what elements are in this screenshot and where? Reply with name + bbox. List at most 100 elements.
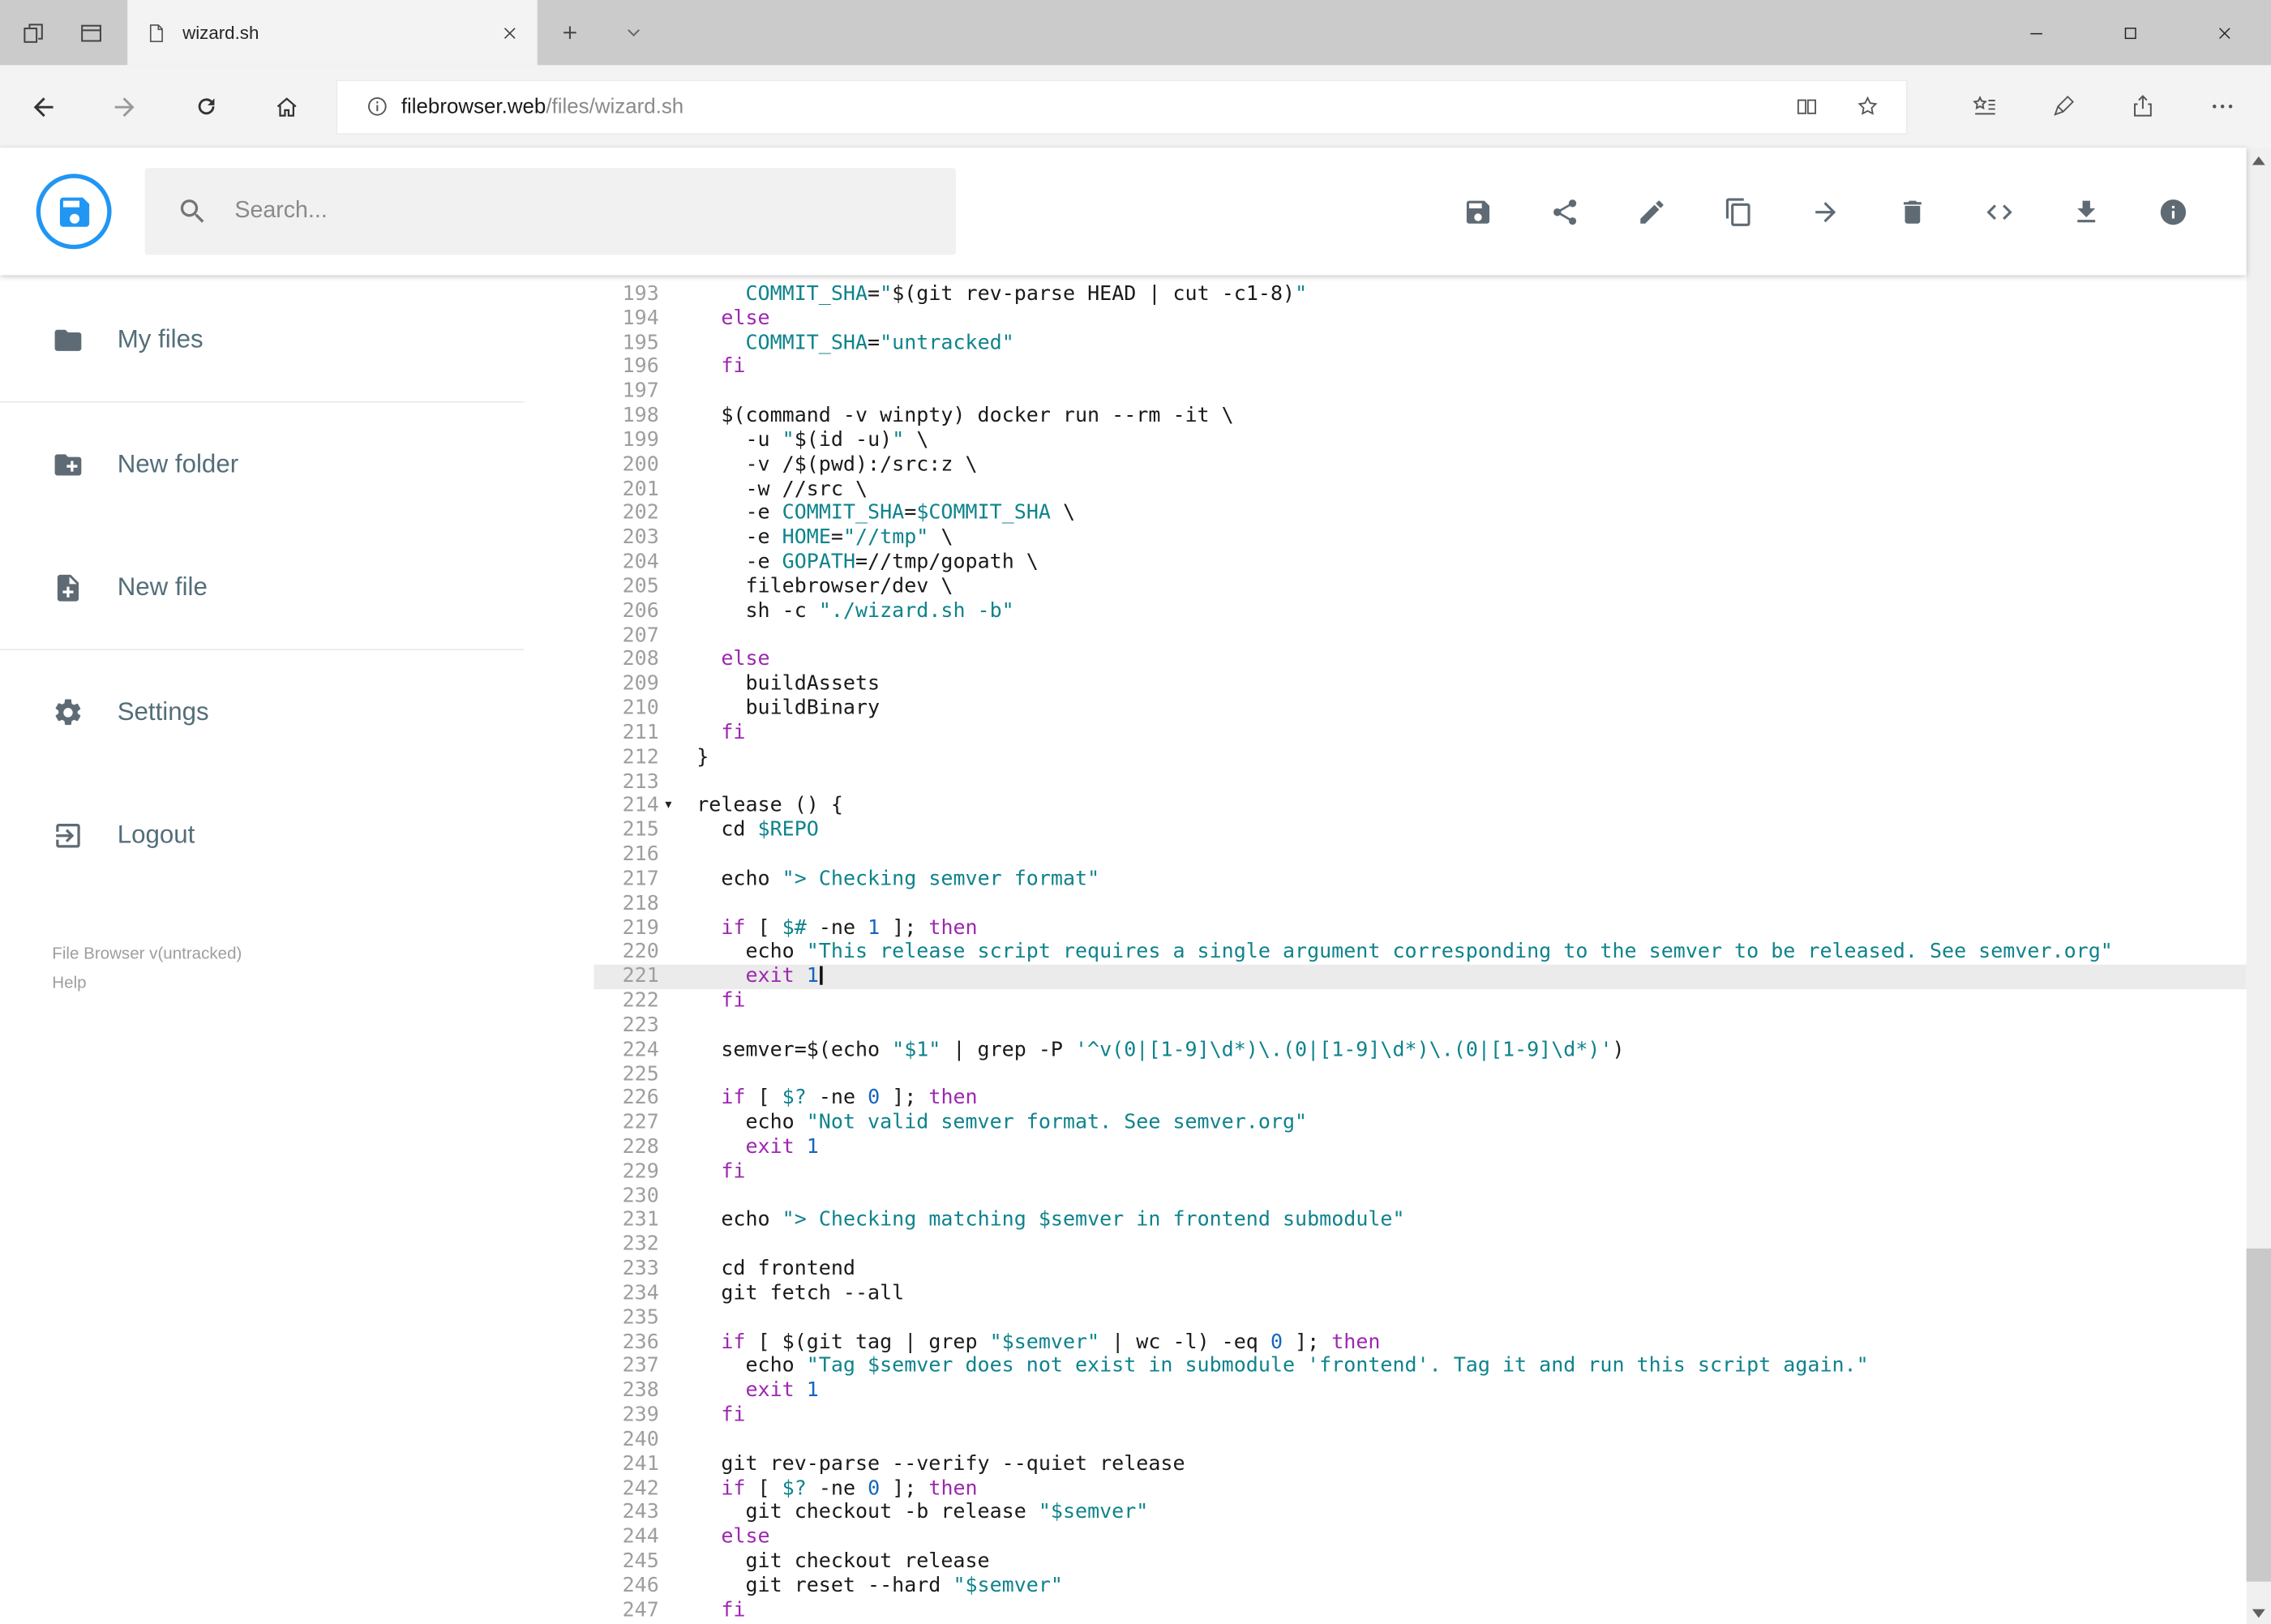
code-line-217[interactable]: 217 echo "> Checking semver format"	[593, 868, 2246, 892]
code-editor[interactable]: 193 COMMIT_SHA="$(git rev-parse HEAD | c…	[593, 275, 2247, 1624]
code-line-240[interactable]: 240	[593, 1428, 2246, 1452]
code-line-212[interactable]: 212}	[593, 745, 2246, 769]
code-line-230[interactable]: 230	[593, 1185, 2246, 1209]
code-line-245[interactable]: 245 git checkout release	[593, 1550, 2246, 1575]
code-line-208[interactable]: 208 else	[593, 648, 2246, 672]
new-tab-button[interactable]	[538, 0, 602, 65]
delete-button[interactable]	[1868, 168, 1955, 255]
filebrowser-logo[interactable]	[36, 174, 112, 250]
code-line-231[interactable]: 231 echo "> Checking matching $semver in…	[593, 1209, 2246, 1233]
search-input[interactable]	[234, 198, 924, 225]
help-link[interactable]: Help	[52, 969, 593, 998]
code-line-195[interactable]: 195 COMMIT_SHA="untracked"	[593, 331, 2246, 355]
code-line-202[interactable]: 202 -e COMMIT_SHA=$COMMIT_SHA \	[593, 502, 2246, 526]
tab-close-icon[interactable]	[499, 23, 520, 43]
code-line-209[interactable]: 209 buildAssets	[593, 672, 2246, 696]
sidebar-item-settings[interactable]: Settings	[0, 650, 593, 773]
scroll-up-icon[interactable]	[2247, 148, 2271, 172]
code-line-235[interactable]: 235	[593, 1306, 2246, 1330]
search-bar[interactable]	[144, 168, 956, 255]
save-button[interactable]	[1433, 168, 1520, 255]
browser-tab[interactable]: wizard.sh	[127, 0, 538, 66]
code-line-214[interactable]: 214 ▾ release () {	[593, 795, 2246, 819]
sidebar-item-logout[interactable]: Logout	[0, 773, 593, 897]
forward-button[interactable]	[84, 65, 165, 148]
code-line-236[interactable]: 236 if [ $(git tag | grep "$semver" | wc…	[593, 1330, 2246, 1355]
code-line-243[interactable]: 243 git checkout -b release "$semver"	[593, 1501, 2246, 1525]
code-line-221[interactable]: 221 exit 1	[593, 965, 2247, 990]
code-line-246[interactable]: 246 git reset --hard "$semver"	[593, 1575, 2246, 1599]
reading-view-icon[interactable]	[1776, 80, 1836, 132]
rename-button[interactable]	[1608, 168, 1695, 255]
hub-favorites-icon[interactable]	[1943, 65, 2023, 148]
code-line-247[interactable]: 247 fi	[593, 1599, 2246, 1623]
code-line-227[interactable]: 227 echo "Not valid semver format. See s…	[593, 1111, 2246, 1135]
code-line-223[interactable]: 223	[593, 1013, 2246, 1038]
more-options-icon[interactable]	[2183, 65, 2262, 148]
home-button[interactable]	[246, 65, 328, 148]
sidebar-item-my-files[interactable]: My files	[0, 278, 593, 401]
code-line-239[interactable]: 239 fi	[593, 1403, 2246, 1428]
tab-list-chevron-icon[interactable]	[601, 0, 665, 65]
share-page-icon[interactable]	[2103, 65, 2183, 148]
close-button[interactable]	[2177, 0, 2271, 65]
code-line-232[interactable]: 232	[593, 1233, 2246, 1258]
fold-marker-icon[interactable]: ▾	[659, 795, 678, 819]
code-line-207[interactable]: 207	[593, 623, 2246, 648]
code-line-216[interactable]: 216	[593, 843, 2246, 868]
code-line-194[interactable]: 194 else	[593, 306, 2246, 331]
code-line-198[interactable]: 198 $(command -v winpty) docker run --rm…	[593, 405, 2246, 429]
code-line-215[interactable]: 215 cd $REPO	[593, 819, 2246, 843]
sidebar-item-new-folder[interactable]: New folder	[0, 403, 593, 526]
code-line-244[interactable]: 244 else	[593, 1525, 2246, 1549]
tab-preview-icon[interactable]	[78, 19, 104, 45]
code-line-218[interactable]: 218	[593, 892, 2246, 916]
url-text[interactable]: filebrowser.web/files/wizard.sh	[401, 95, 1776, 118]
code-line-225[interactable]: 225	[593, 1062, 2246, 1086]
code-line-219[interactable]: 219 if [ $# -ne 1 ]; then	[593, 916, 2246, 941]
scrollbar-thumb[interactable]	[2246, 1248, 2271, 1582]
sidebar-item-new-file[interactable]: New file	[0, 525, 593, 649]
code-line-204[interactable]: 204 -e GOPATH=//tmp/gopath \	[593, 551, 2246, 575]
download-button[interactable]	[2042, 168, 2129, 255]
maximize-button[interactable]	[2083, 0, 2177, 65]
move-button[interactable]	[1781, 168, 1868, 255]
code-line-233[interactable]: 233 cd frontend	[593, 1258, 2246, 1282]
set-tabs-aside-icon[interactable]	[20, 19, 46, 45]
code-line-213[interactable]: 213	[593, 770, 2246, 795]
code-line-238[interactable]: 238 exit 1	[593, 1379, 2246, 1403]
scroll-down-icon[interactable]	[2247, 1600, 2271, 1624]
code-line-237[interactable]: 237 echo "Tag $semver does not exist in …	[593, 1355, 2246, 1379]
code-line-201[interactable]: 201 -w //src \	[593, 478, 2246, 502]
code-line-197[interactable]: 197	[593, 380, 2246, 405]
site-info-icon[interactable]	[352, 94, 401, 118]
code-line-193[interactable]: 193 COMMIT_SHA="$(git rev-parse HEAD | c…	[593, 282, 2246, 306]
code-line-211[interactable]: 211 fi	[593, 721, 2246, 745]
code-line-226[interactable]: 226 if [ $? -ne 0 ]; then	[593, 1086, 2246, 1111]
code-line-242[interactable]: 242 if [ $? -ne 0 ]; then	[593, 1476, 2246, 1501]
code-line-224[interactable]: 224 semver=$(echo "$1" | grep -P '^v(0|[…	[593, 1038, 2246, 1062]
copy-button[interactable]	[1695, 168, 1781, 255]
code-line-220[interactable]: 220 echo "This release script requires a…	[593, 941, 2246, 965]
refresh-button[interactable]	[165, 65, 246, 148]
favorite-star-icon[interactable]	[1836, 80, 1897, 132]
code-line-234[interactable]: 234 git fetch --all	[593, 1282, 2246, 1306]
code-line-228[interactable]: 228 exit 1	[593, 1135, 2246, 1159]
back-button[interactable]	[3, 65, 84, 148]
code-line-200[interactable]: 200 -v /$(pwd):/src:z \	[593, 453, 2246, 478]
code-line-196[interactable]: 196 fi	[593, 356, 2246, 380]
page-scrollbar[interactable]	[2246, 148, 2271, 1624]
info-button[interactable]	[2129, 168, 2216, 255]
share-button[interactable]	[1521, 168, 1608, 255]
web-note-pen-icon[interactable]	[2024, 65, 2103, 148]
source-code-button[interactable]	[1956, 168, 2042, 255]
code-line-229[interactable]: 229 fi	[593, 1160, 2246, 1185]
code-line-210[interactable]: 210 buildBinary	[593, 696, 2246, 721]
code-line-206[interactable]: 206 sh -c "./wizard.sh -b"	[593, 599, 2246, 623]
address-bar[interactable]: filebrowser.web/files/wizard.sh	[336, 79, 1908, 135]
code-line-199[interactable]: 199 -u "$(id -u)" \	[593, 429, 2246, 453]
code-line-203[interactable]: 203 -e HOME="//tmp" \	[593, 526, 2246, 551]
code-line-241[interactable]: 241 git rev-parse --verify --quiet relea…	[593, 1452, 2246, 1476]
minimize-button[interactable]	[1989, 0, 2083, 65]
code-line-205[interactable]: 205 filebrowser/dev \	[593, 575, 2246, 599]
